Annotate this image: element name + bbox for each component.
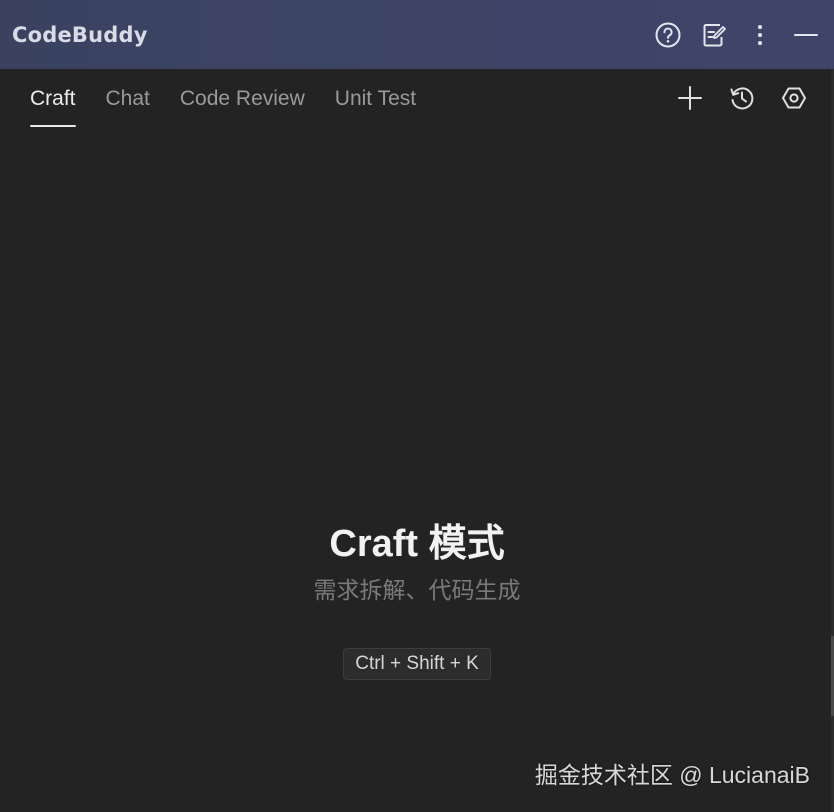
minimize-icon: [794, 33, 818, 36]
empty-state: Craft 模式 需求拆解、代码生成 Ctrl + Shift + K: [0, 520, 834, 680]
tab-craft[interactable]: Craft: [30, 69, 76, 127]
edit-note-icon: [703, 23, 726, 46]
title-bar: CodeBuddy: [0, 0, 834, 69]
settings-icon: [782, 87, 806, 109]
tab-actions: [674, 69, 810, 127]
edit-note-button[interactable]: [698, 19, 730, 51]
tab-chat[interactable]: Chat: [106, 69, 150, 127]
help-button[interactable]: [652, 19, 684, 51]
history-icon: [730, 87, 754, 110]
help-icon: [655, 22, 681, 47]
mode-tabs: Craft Chat Code Review Unit Test: [30, 69, 416, 131]
mode-title: Craft 模式: [329, 523, 505, 565]
minimize-button[interactable]: [790, 19, 822, 51]
title-actions: [652, 0, 822, 69]
settings-button[interactable]: [778, 82, 810, 114]
plus-icon: [678, 86, 702, 110]
tab-code-review[interactable]: Code Review: [180, 69, 305, 127]
codebuddy-window: CodeBuddy Craft Chat Code Review Unit Te…: [0, 0, 834, 812]
watermark: 掘金技术社区 @ LucianaiB: [534, 762, 810, 788]
tab-bar: Craft Chat Code Review Unit Test: [0, 69, 834, 131]
history-button[interactable]: [726, 82, 758, 114]
more-vertical-icon: [758, 24, 762, 45]
shortcut-badge: Ctrl + Shift + K: [343, 648, 491, 680]
tab-unit-test[interactable]: Unit Test: [335, 69, 416, 127]
more-options-button[interactable]: [744, 19, 776, 51]
mode-subtitle: 需求拆解、代码生成: [313, 577, 521, 603]
new-session-button[interactable]: [674, 82, 706, 114]
app-title: CodeBuddy: [12, 22, 148, 47]
